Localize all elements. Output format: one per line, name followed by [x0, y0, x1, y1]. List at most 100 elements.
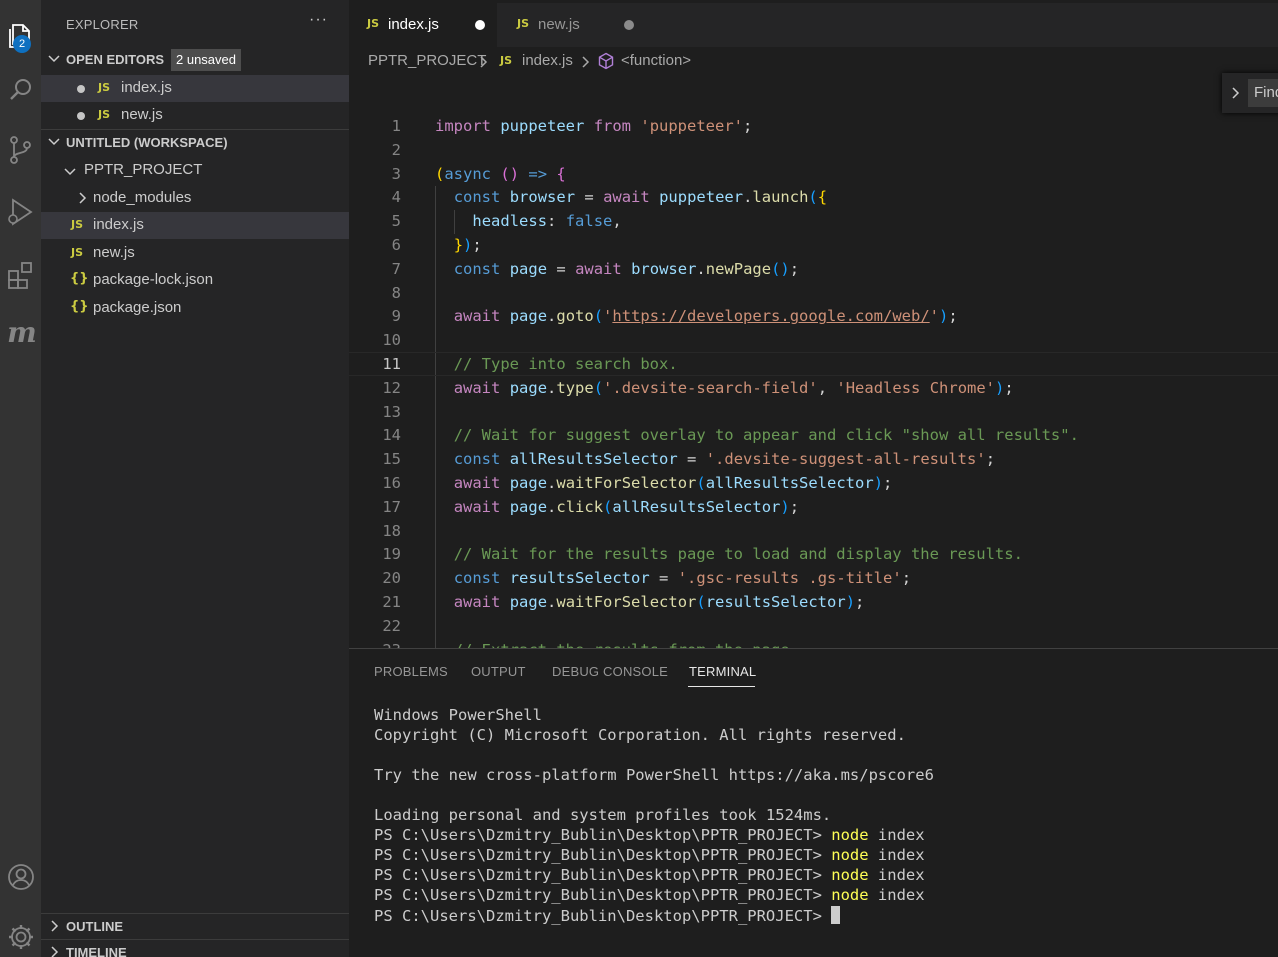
code-text: await page.waitForSelector(allResultsSel… [453, 474, 893, 492]
line-number: 4 [391, 188, 401, 207]
code-line[interactable]: 13 [349, 400, 1278, 424]
breadcrumb-symbol[interactable]: <function> [621, 52, 691, 69]
tab-terminal[interactable]: TERMINAL [689, 664, 756, 679]
code-line[interactable]: 9 await page.goto('https://developers.go… [349, 304, 1278, 328]
code-text: // Type into search box. [453, 355, 678, 373]
tab-problems[interactable]: PROBLEMS [374, 664, 448, 679]
line-number: 7 [391, 259, 401, 278]
folder-pptr-project[interactable]: PPTR_PROJECT [41, 157, 349, 184]
line-number: 1 [391, 117, 401, 135]
open-editor-index-js[interactable]: JS index.js [41, 75, 349, 102]
extensions-icon[interactable] [0, 252, 41, 296]
breadcrumb-project[interactable]: PPTR_PROJECT [368, 52, 486, 69]
js-file-icon: JS [71, 246, 84, 259]
line-number: 20 [382, 569, 401, 588]
chevron-right-icon[interactable] [1230, 86, 1242, 100]
tab-index-js[interactable]: JS index.js [349, 3, 497, 47]
source-control-icon[interactable] [0, 128, 41, 172]
code-text: // Extract the results from the page. [435, 641, 799, 648]
terminal-argument: index [868, 826, 925, 844]
open-editor-filename: new.js [121, 106, 163, 123]
code-line[interactable]: 5 headless: false, [349, 209, 1278, 233]
gear-icon[interactable] [0, 915, 41, 957]
terminal-line: PS C:\Users\Dzmitry_Bublin\Desktop\PPTR_… [374, 846, 925, 866]
code-line[interactable]: 19 // Wait for the results page to load … [349, 542, 1278, 566]
line-number: 17 [382, 497, 401, 516]
unsaved-dot-icon[interactable] [475, 20, 485, 30]
code-line[interactable]: 18 [349, 519, 1278, 543]
files-icon[interactable]: 2 [0, 14, 41, 58]
terminal-command: node [831, 886, 869, 904]
line-number: 13 [382, 402, 401, 421]
code-line[interactable]: 11 // Type into search box. [349, 352, 1278, 376]
line-number: 16 [382, 474, 401, 492]
outline-label: OUTLINE [66, 919, 124, 934]
terminal-argument: index [868, 866, 925, 884]
explorer-sidebar: EXPLORER ··· OPEN EDITORS 2 unsaved JS i… [41, 0, 349, 957]
code-line[interactable]: 21 await page.waitForSelector(resultsSel… [349, 590, 1278, 614]
unsaved-dot-icon[interactable] [77, 85, 85, 93]
terminal-line: Copyright (C) Microsoft Corporation. All… [374, 726, 906, 744]
code-line[interactable]: 20 const resultsSelector = '.gsc-results… [349, 566, 1278, 590]
unsaved-dot-icon[interactable] [77, 112, 85, 120]
js-file-icon: JS [500, 54, 513, 67]
code-line[interactable]: 2 [349, 138, 1278, 162]
terminal-cursor [831, 906, 841, 924]
file-package-lock-json[interactable]: {} package-lock.json [41, 267, 349, 294]
m-extension-icon[interactable]: m [0, 310, 41, 354]
active-tab-indicator [688, 686, 755, 687]
folder-node-modules[interactable]: node_modules [41, 185, 349, 212]
tab-debug-console[interactable]: DEBUG CONSOLE [552, 664, 668, 679]
line-number: 3 [391, 164, 401, 183]
terminal-prompt: PS C:\Users\Dzmitry_Bublin\Desktop\PPTR_… [374, 886, 832, 904]
tab-output[interactable]: OUTPUT [471, 664, 526, 679]
find-widget: Find [1222, 73, 1278, 113]
code-line[interactable]: 4 const browser = await puppeteer.launch… [349, 185, 1278, 209]
code-line[interactable]: 15 const allResultsSelector = '.devsite-… [349, 447, 1278, 471]
file-new-js[interactable]: JS new.js [41, 240, 349, 267]
chevron-down-icon [64, 168, 76, 176]
code-line[interactable]: 6 }); [349, 233, 1278, 257]
code-line[interactable]: 14 // Wait for suggest overlay to appear… [349, 423, 1278, 447]
section-divider [41, 939, 349, 940]
code-line[interactable]: 7 const page = await browser.newPage(); [349, 257, 1278, 281]
code-text: // Wait for the results page to load and… [453, 545, 1023, 564]
run-debug-icon[interactable] [0, 190, 41, 234]
code-line[interactable]: 17 await page.click(allResultsSelector); [349, 495, 1278, 519]
code-line[interactable]: 1 import puppeteer from 'puppeteer'; [349, 114, 1278, 138]
tab-new-js[interactable]: JS new.js [497, 3, 647, 47]
js-file-icon: JS [71, 218, 84, 231]
project-folder-name: PPTR_PROJECT [84, 161, 203, 178]
code-line[interactable]: 8 [349, 281, 1278, 305]
tree-item-name: new.js [93, 244, 135, 261]
js-file-icon: JS [367, 17, 380, 30]
workspace-header[interactable]: UNTITLED (WORKSPACE) [41, 131, 349, 155]
code-line[interactable]: 23 // Extract the results from the page. [349, 638, 1278, 648]
code-text: await page.goto('https://developers.goog… [453, 307, 958, 326]
account-icon[interactable] [0, 855, 41, 899]
tree-item-name: package-lock.json [93, 271, 214, 288]
code-line[interactable]: 22 [349, 614, 1278, 638]
code-text: await page.type('.devsite-search-field',… [453, 378, 1014, 397]
code-text: await page.click(allResultsSelector); [453, 497, 800, 516]
file-index-js[interactable]: JS index.js [41, 212, 349, 239]
unsaved-dot-icon[interactable] [624, 20, 634, 30]
code-text: import puppeteer from 'puppeteer'; [435, 117, 753, 135]
chevron-right-icon [582, 56, 590, 68]
code-line[interactable]: 16 await page.waitForSelector(allResults… [349, 471, 1278, 495]
code-line[interactable]: 3 (async () => { [349, 162, 1278, 186]
json-file-icon: {} [70, 299, 89, 314]
tree-item-name: node_modules [93, 189, 192, 206]
code-line[interactable]: 10 [349, 328, 1278, 352]
code-line[interactable]: 12 await page.type('.devsite-search-fiel… [349, 376, 1278, 400]
open-editor-new-js[interactable]: JS new.js [41, 102, 349, 129]
find-input[interactable]: Find [1248, 79, 1278, 107]
search-icon[interactable] [0, 68, 41, 112]
open-editors-header[interactable]: OPEN EDITORS 2 unsaved [41, 48, 349, 72]
breadcrumb-file[interactable]: index.js [522, 52, 573, 69]
file-package-json[interactable]: {} package.json [41, 295, 349, 322]
timeline-header[interactable]: TIMELINE [41, 941, 349, 957]
more-actions-button[interactable]: ··· [309, 11, 328, 29]
outline-header[interactable]: OUTLINE [41, 915, 349, 939]
line-number: 10 [382, 331, 401, 350]
